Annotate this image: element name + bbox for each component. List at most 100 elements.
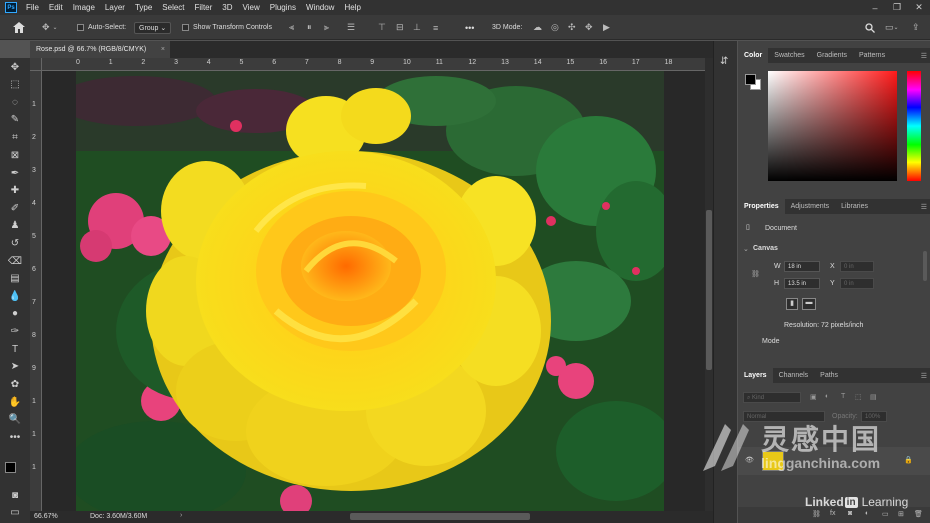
tab-patterns[interactable]: Patterns	[853, 48, 891, 63]
tab-adjustments[interactable]: Adjustments	[785, 199, 836, 214]
filter-smart-icon[interactable]: ▤	[870, 393, 877, 401]
minimize-button[interactable]: –	[864, 0, 886, 15]
menu-window[interactable]: Window	[301, 0, 339, 15]
mask-icon[interactable]: ◙	[848, 510, 852, 517]
brush-tool-icon[interactable]: ✐	[6, 201, 24, 215]
blur-tool-icon[interactable]: 💧	[6, 289, 24, 303]
menu-file[interactable]: File	[21, 0, 44, 15]
filter-shape-icon[interactable]: ⬚	[855, 393, 862, 401]
vertical-scroll-thumb[interactable]	[706, 210, 712, 370]
crop-tool-icon[interactable]: ⌗	[6, 130, 24, 144]
align-bottom-icon[interactable]: ⊥	[413, 15, 421, 40]
eyedropper-tool-icon[interactable]: ✒	[6, 166, 24, 180]
frame-tool-icon[interactable]: ⊠	[6, 148, 24, 162]
filter-adjustment-icon[interactable]: ◐	[825, 393, 829, 400]
healing-brush-tool-icon[interactable]: ✚	[6, 183, 24, 197]
path-selection-tool-icon[interactable]: ➤	[6, 359, 24, 373]
zoom-level[interactable]: 66.67%	[34, 513, 58, 520]
align-right-icon[interactable]: ⫸	[324, 15, 329, 40]
link-icon[interactable]: ⛓	[751, 270, 760, 278]
roll-icon[interactable]: ◎	[551, 15, 559, 40]
shape-tool-icon[interactable]: ✿	[6, 377, 24, 391]
tab-layers[interactable]: Layers	[738, 368, 773, 383]
new-layer-icon[interactable]: ⊞	[898, 510, 904, 518]
hue-slider[interactable]	[907, 71, 921, 181]
more-icon[interactable]: •••	[465, 15, 474, 40]
status-chevron-icon[interactable]: ›	[180, 512, 182, 519]
tab-swatches[interactable]: Swatches	[768, 48, 810, 63]
properties-scrollbar[interactable]	[923, 251, 927, 281]
height-field[interactable]: 13.5 in	[784, 278, 820, 289]
adjustment-layer-icon[interactable]: ◐	[865, 510, 869, 517]
align-top-icon[interactable]: ⊤	[378, 15, 386, 40]
menu-help[interactable]: Help	[339, 0, 365, 15]
quick-mask-icon[interactable]: ◙	[6, 488, 24, 502]
home-icon[interactable]	[13, 15, 25, 40]
gradient-tool-icon[interactable]: ▤	[6, 271, 24, 285]
camera-icon[interactable]: ▶	[603, 15, 610, 40]
screen-mode-icon[interactable]: ▭	[6, 505, 24, 519]
fx-icon[interactable]: fx	[830, 510, 835, 517]
panel-menu-icon[interactable]: ☰	[921, 52, 927, 60]
menu-plugins[interactable]: Plugins	[265, 0, 301, 15]
orbit-icon[interactable]: ☁	[533, 15, 542, 40]
layers-menu-icon[interactable]: ☰	[921, 372, 927, 380]
clone-stamp-tool-icon[interactable]: ♟	[6, 218, 24, 232]
lasso-tool-icon[interactable]: ◌	[6, 95, 24, 109]
filter-type-icon[interactable]: T	[841, 393, 845, 400]
show-transform-checkbox[interactable]: Show Transform Controls	[182, 15, 272, 40]
drag-icon[interactable]: ✣	[568, 15, 576, 40]
slide-icon[interactable]: ✥	[585, 15, 593, 40]
auto-select-checkbox[interactable]: Auto-Select:	[77, 15, 126, 40]
landscape-orientation-icon[interactable]: ▬	[802, 298, 816, 310]
color-foreground-swatch[interactable]	[745, 74, 756, 85]
x-field[interactable]: 0 in	[840, 261, 874, 272]
dodge-tool-icon[interactable]: ●	[6, 306, 24, 320]
move-tool-preset-icon[interactable]: ✥ ⌄	[42, 15, 58, 40]
share-icon[interactable]: ⇪	[912, 15, 920, 40]
eraser-tool-icon[interactable]: ⌫	[6, 254, 24, 268]
image-canvas[interactable]	[76, 71, 664, 511]
move-tool-icon[interactable]: ✥	[6, 60, 24, 74]
tab-gradients[interactable]: Gradients	[811, 48, 853, 63]
foreground-color-swatch[interactable]	[5, 462, 16, 473]
menu-type[interactable]: Type	[130, 0, 157, 15]
edit-toolbar-icon[interactable]: •••	[6, 430, 24, 444]
restore-button[interactable]: ❐	[886, 0, 908, 15]
close-window-button[interactable]: ✕	[908, 0, 930, 15]
menu-edit[interactable]: Edit	[44, 0, 68, 15]
menu-view[interactable]: View	[238, 0, 265, 15]
align-middle-icon[interactable]: ⊟	[396, 15, 404, 40]
auto-select-dropdown[interactable]: Group ⌄	[134, 15, 172, 40]
marquee-tool-icon[interactable]: ⬚	[6, 77, 24, 91]
link-layers-icon[interactable]: ⛓	[812, 510, 821, 518]
hand-tool-icon[interactable]: ✋	[6, 395, 24, 409]
tab-properties[interactable]: Properties	[738, 199, 785, 214]
zoom-tool-icon[interactable]: 🔍	[6, 412, 24, 426]
menu-select[interactable]: Select	[157, 0, 189, 15]
width-field[interactable]: 18 in	[784, 261, 820, 272]
color-picker-field[interactable]	[768, 71, 897, 181]
close-tab-icon[interactable]: ×	[161, 46, 165, 53]
quick-select-tool-icon[interactable]: ✎	[6, 112, 24, 126]
history-panel-icon[interactable]: ⇵	[720, 56, 728, 67]
delete-layer-icon[interactable]: 🗑	[914, 510, 923, 518]
filter-pixel-icon[interactable]: ▣	[810, 393, 817, 401]
menu-3d[interactable]: 3D	[217, 0, 237, 15]
tab-libraries[interactable]: Libraries	[835, 199, 874, 214]
menu-image[interactable]: Image	[68, 0, 100, 15]
distribute-vertical-icon[interactable]: ≡	[433, 15, 438, 40]
layer-filter-kind[interactable]: ⌕ Kind	[743, 392, 801, 403]
group-icon[interactable]: ▭	[882, 510, 889, 518]
align-center-icon[interactable]: ⏸	[307, 15, 312, 40]
align-left-icon[interactable]: ⫷	[289, 15, 294, 40]
portrait-orientation-icon[interactable]: ▮	[786, 298, 798, 310]
workspace-icon[interactable]: ▭ ⌄	[885, 15, 899, 40]
pen-tool-icon[interactable]: ✑	[6, 324, 24, 338]
tab-color[interactable]: Color	[738, 48, 769, 63]
horizontal-scroll-thumb[interactable]	[350, 513, 530, 520]
properties-menu-icon[interactable]: ☰	[921, 203, 927, 211]
tab-paths[interactable]: Paths	[814, 368, 844, 383]
distribute-icon[interactable]: ☰	[347, 15, 355, 40]
canvas-collapse-icon[interactable]: ⌄	[743, 245, 749, 253]
